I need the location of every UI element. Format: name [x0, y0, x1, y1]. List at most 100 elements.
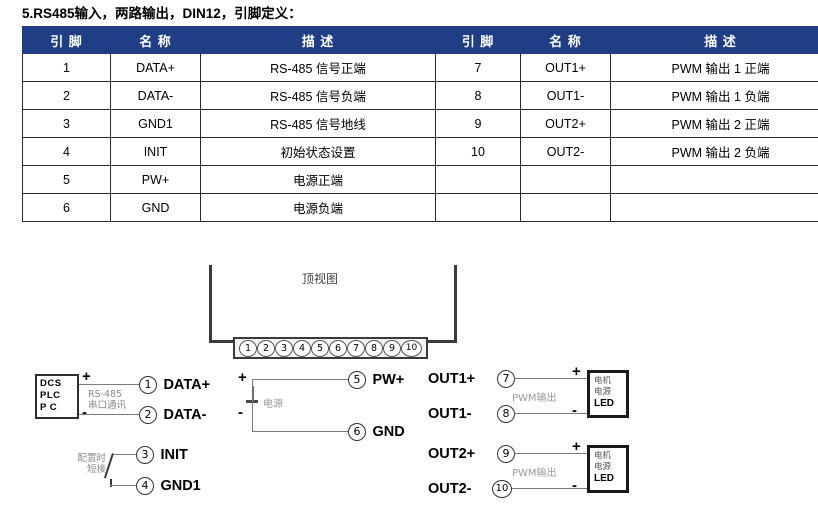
out1-terminal-minus: -: [572, 402, 577, 419]
out1-load-led: LED: [594, 398, 614, 409]
power-pin5-group: 5 PW+: [348, 371, 404, 389]
connector-pin-6: 6: [329, 339, 347, 357]
out1-plus-label: OUT1+: [428, 371, 476, 387]
pin-4-circle: 4: [136, 477, 154, 495]
out1-minus-label: OUT1-: [428, 406, 472, 422]
cell-pin-left: 5: [22, 165, 111, 194]
pin-4-label: GND1: [160, 478, 201, 495]
cell-desc-right: PWM 输出 2 负端: [610, 137, 818, 166]
out2-pwm-label: PWM输出: [512, 468, 557, 479]
cell-name-left: GND: [110, 193, 201, 222]
header-name-right: 名 称: [520, 26, 611, 54]
connector-pin-3: 3: [275, 339, 293, 357]
out2-load-led: LED: [594, 473, 614, 484]
pin-8-circle: 8: [497, 405, 515, 423]
connector-pin-9: 9: [383, 339, 401, 357]
header-pin-right: 引 脚: [435, 26, 521, 54]
table-row: 2 DATA- RS-485 信号负端 8 OUT1- PWM 输出 1 负端: [22, 81, 818, 110]
header-name-left: 名 称: [110, 26, 201, 54]
table-row: 6 GND 电源负端: [22, 193, 818, 222]
cell-name-right: OUT2+: [520, 109, 611, 138]
pin-6-label: GND: [372, 424, 405, 441]
out1-load-device: 电机 电源 LED: [587, 370, 629, 418]
cell-pin-left: 3: [22, 109, 111, 138]
init-note-line2: 短接: [86, 464, 106, 475]
cell-name-left: PW+: [110, 165, 201, 194]
out2-plus-label: OUT2+: [428, 446, 476, 462]
out2-terminal-plus: +: [572, 438, 581, 455]
cell-pin-left: 2: [22, 81, 111, 110]
header-desc-left: 描 述: [200, 26, 436, 54]
rs485-bus-label-line1: RS-485: [88, 389, 123, 400]
pc-label: P C: [40, 402, 58, 413]
power-wire-bottom: [252, 431, 352, 432]
cell-name-right: [520, 165, 611, 194]
cell-name-left: GND1: [110, 109, 201, 138]
top-view-label: 顶视图: [302, 272, 339, 286]
cell-name-right: OUT2-: [520, 137, 611, 166]
cell-desc-right: [610, 193, 818, 222]
power-wire-vert-bottom: [252, 400, 253, 431]
init-pin3-group: 3 INIT: [136, 446, 188, 464]
out2-minus-label: OUT2-: [428, 481, 472, 497]
pin-8-circle-wrap: 8: [497, 405, 515, 423]
init-note-line1: 配置时: [77, 453, 106, 464]
out2-load-cn1: 电机: [594, 451, 612, 461]
cell-desc-left: RS-485 信号负端: [200, 81, 436, 110]
pin-9-circle: 9: [497, 445, 515, 463]
rs485-pin2-group: 2 DATA-: [139, 406, 206, 424]
rs485-wire-data-plus: [79, 384, 141, 385]
table-row: 1 DATA+ RS-485 信号正端 7 OUT1+ PWM 输出 1 正端: [22, 53, 818, 82]
pin-7-circle-wrap: 7: [497, 370, 515, 388]
cell-pin-right: 9: [435, 109, 521, 138]
out2-load-device: 电机 电源 LED: [587, 445, 629, 493]
cell-name-right: OUT1-: [520, 81, 611, 110]
pin-7-circle: 7: [497, 370, 515, 388]
power-wire-top: [252, 379, 352, 380]
power-pin6-group: 6 GND: [348, 423, 405, 441]
wiring-diagram: 顶视图 1 2 3 4 5 6 7 8 9 10 DCS PLC P C + - RS-485 串…: [0, 248, 818, 531]
cell-desc-right: PWM 输出 2 正端: [610, 109, 818, 138]
out1-load-cn2: 电源: [594, 387, 612, 397]
out1-terminal-plus: +: [572, 363, 581, 380]
cell-desc-left: 电源负端: [200, 193, 436, 222]
connector-pin-strip: 1 2 3 4 5 6 7 8 9 10: [233, 337, 428, 359]
cell-pin-right: [435, 193, 521, 222]
cell-name-right: [520, 193, 611, 222]
pin-3-circle: 3: [136, 446, 154, 464]
cell-desc-right: PWM 输出 1 负端: [610, 81, 818, 110]
pin-2-circle: 2: [139, 406, 157, 424]
table-row: 3 GND1 RS-485 信号地线 9 OUT2+ PWM 输出 2 正端: [22, 109, 818, 138]
table-row: 5 PW+ 电源正端: [22, 165, 818, 194]
rs485-bus-label-line2: 串口通讯: [88, 400, 127, 411]
init-jumper-note: 配置时 短接: [66, 453, 106, 475]
cell-desc-left: 初始状态设置: [200, 137, 436, 166]
cell-pin-right: 7: [435, 53, 521, 82]
cell-name-right: OUT1+: [520, 53, 611, 82]
cell-pin-right: [435, 165, 521, 194]
table-body: 1 DATA+ RS-485 信号正端 7 OUT1+ PWM 输出 1 正端 2 DATA-…: [22, 53, 818, 222]
rs485-plus-sign: +: [82, 368, 91, 385]
connector-pin-5: 5: [311, 339, 329, 357]
out1-pwm-label: PWM输出: [512, 393, 557, 404]
cell-pin-left: 4: [22, 137, 111, 166]
pin-9-circle-wrap: 9: [497, 445, 515, 463]
page-title: 5.RS485输入，两路输出，DIN12，引脚定义：: [22, 6, 302, 21]
cell-pin-right: 8: [435, 81, 521, 110]
dcs-plc-pc-device: DCS PLC P C: [35, 374, 79, 419]
pin-5-circle: 5: [348, 371, 366, 389]
pin-10-circle-wrap: 10: [492, 480, 512, 498]
pin-6-circle: 6: [348, 423, 366, 441]
out2-terminal-minus: -: [572, 477, 577, 494]
document-page: 5.RS485输入，两路输出，DIN12，引脚定义： 引 脚 名 称 描 述 引…: [0, 0, 818, 531]
pin-definition-table: 引 脚 名 称 描 述 引 脚 名 称 描 述 1 DATA+ RS-485 信号正…: [22, 26, 818, 222]
power-source-label: 电源: [263, 399, 283, 410]
pin-5-label: PW+: [372, 372, 405, 389]
rs485-minus-sign: -: [82, 404, 87, 421]
rs485-wire-data-minus: [79, 414, 141, 415]
cell-desc-left: 电源正端: [200, 165, 436, 194]
power-minus-sign: -: [238, 404, 243, 421]
pin-10-circle: 10: [492, 480, 512, 498]
pin-1-label: DATA+: [163, 377, 211, 394]
connector-pin-8: 8: [365, 339, 383, 357]
